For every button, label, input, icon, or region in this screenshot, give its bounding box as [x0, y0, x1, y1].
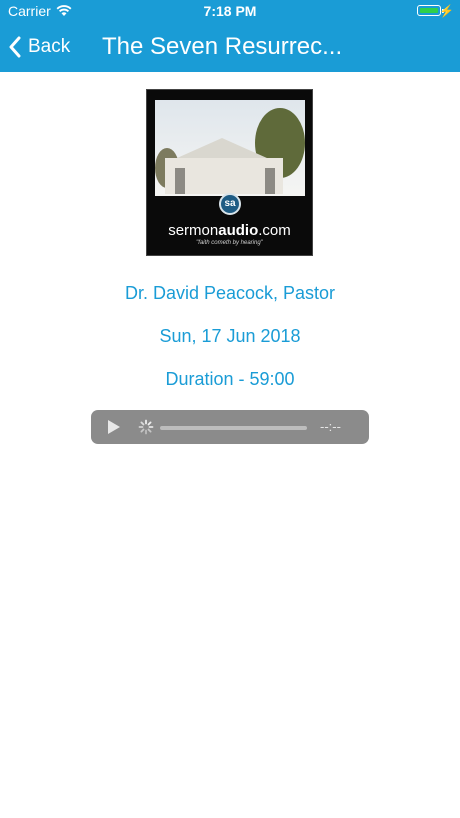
back-button[interactable]: Back: [8, 32, 70, 62]
nav-bar: Back The Seven Resurrec...: [0, 22, 460, 72]
artwork-church-door: [175, 168, 185, 194]
progress-slider[interactable]: [160, 426, 307, 430]
page-title: The Seven Resurrec...: [102, 33, 343, 60]
playback-time: --:--: [320, 419, 341, 434]
battery-icon: [417, 5, 444, 16]
audio-player: --:--: [91, 410, 369, 444]
artwork-church-door: [265, 168, 275, 194]
navigation-header: Carrier 7:18 PM ⚡ Back The Seven Resurre…: [0, 0, 460, 72]
sermon-duration: Duration - 59:00: [165, 369, 295, 389]
sermon-date: Sun, 17 Jun 2018: [159, 326, 301, 346]
status-bar: Carrier 7:18 PM ⚡: [0, 0, 460, 22]
artwork-brand: sermonaudio.com: [168, 222, 291, 239]
chevron-left-icon: [9, 36, 21, 58]
play-icon[interactable]: [107, 419, 121, 435]
speaker-name: Dr. David Peacock, Pastor: [124, 283, 336, 303]
charging-icon: ⚡: [439, 4, 454, 18]
artwork-tagline: "faith cometh by hearing": [196, 240, 263, 246]
loading-spinner-icon: [138, 419, 154, 435]
status-time: 7:18 PM: [203, 3, 257, 19]
back-label: Back: [28, 36, 71, 57]
sermonaudio-logo-icon: sa: [219, 193, 241, 215]
sermon-artwork-image: sa sermonaudio.com "faith cometh by hear…: [146, 89, 313, 256]
